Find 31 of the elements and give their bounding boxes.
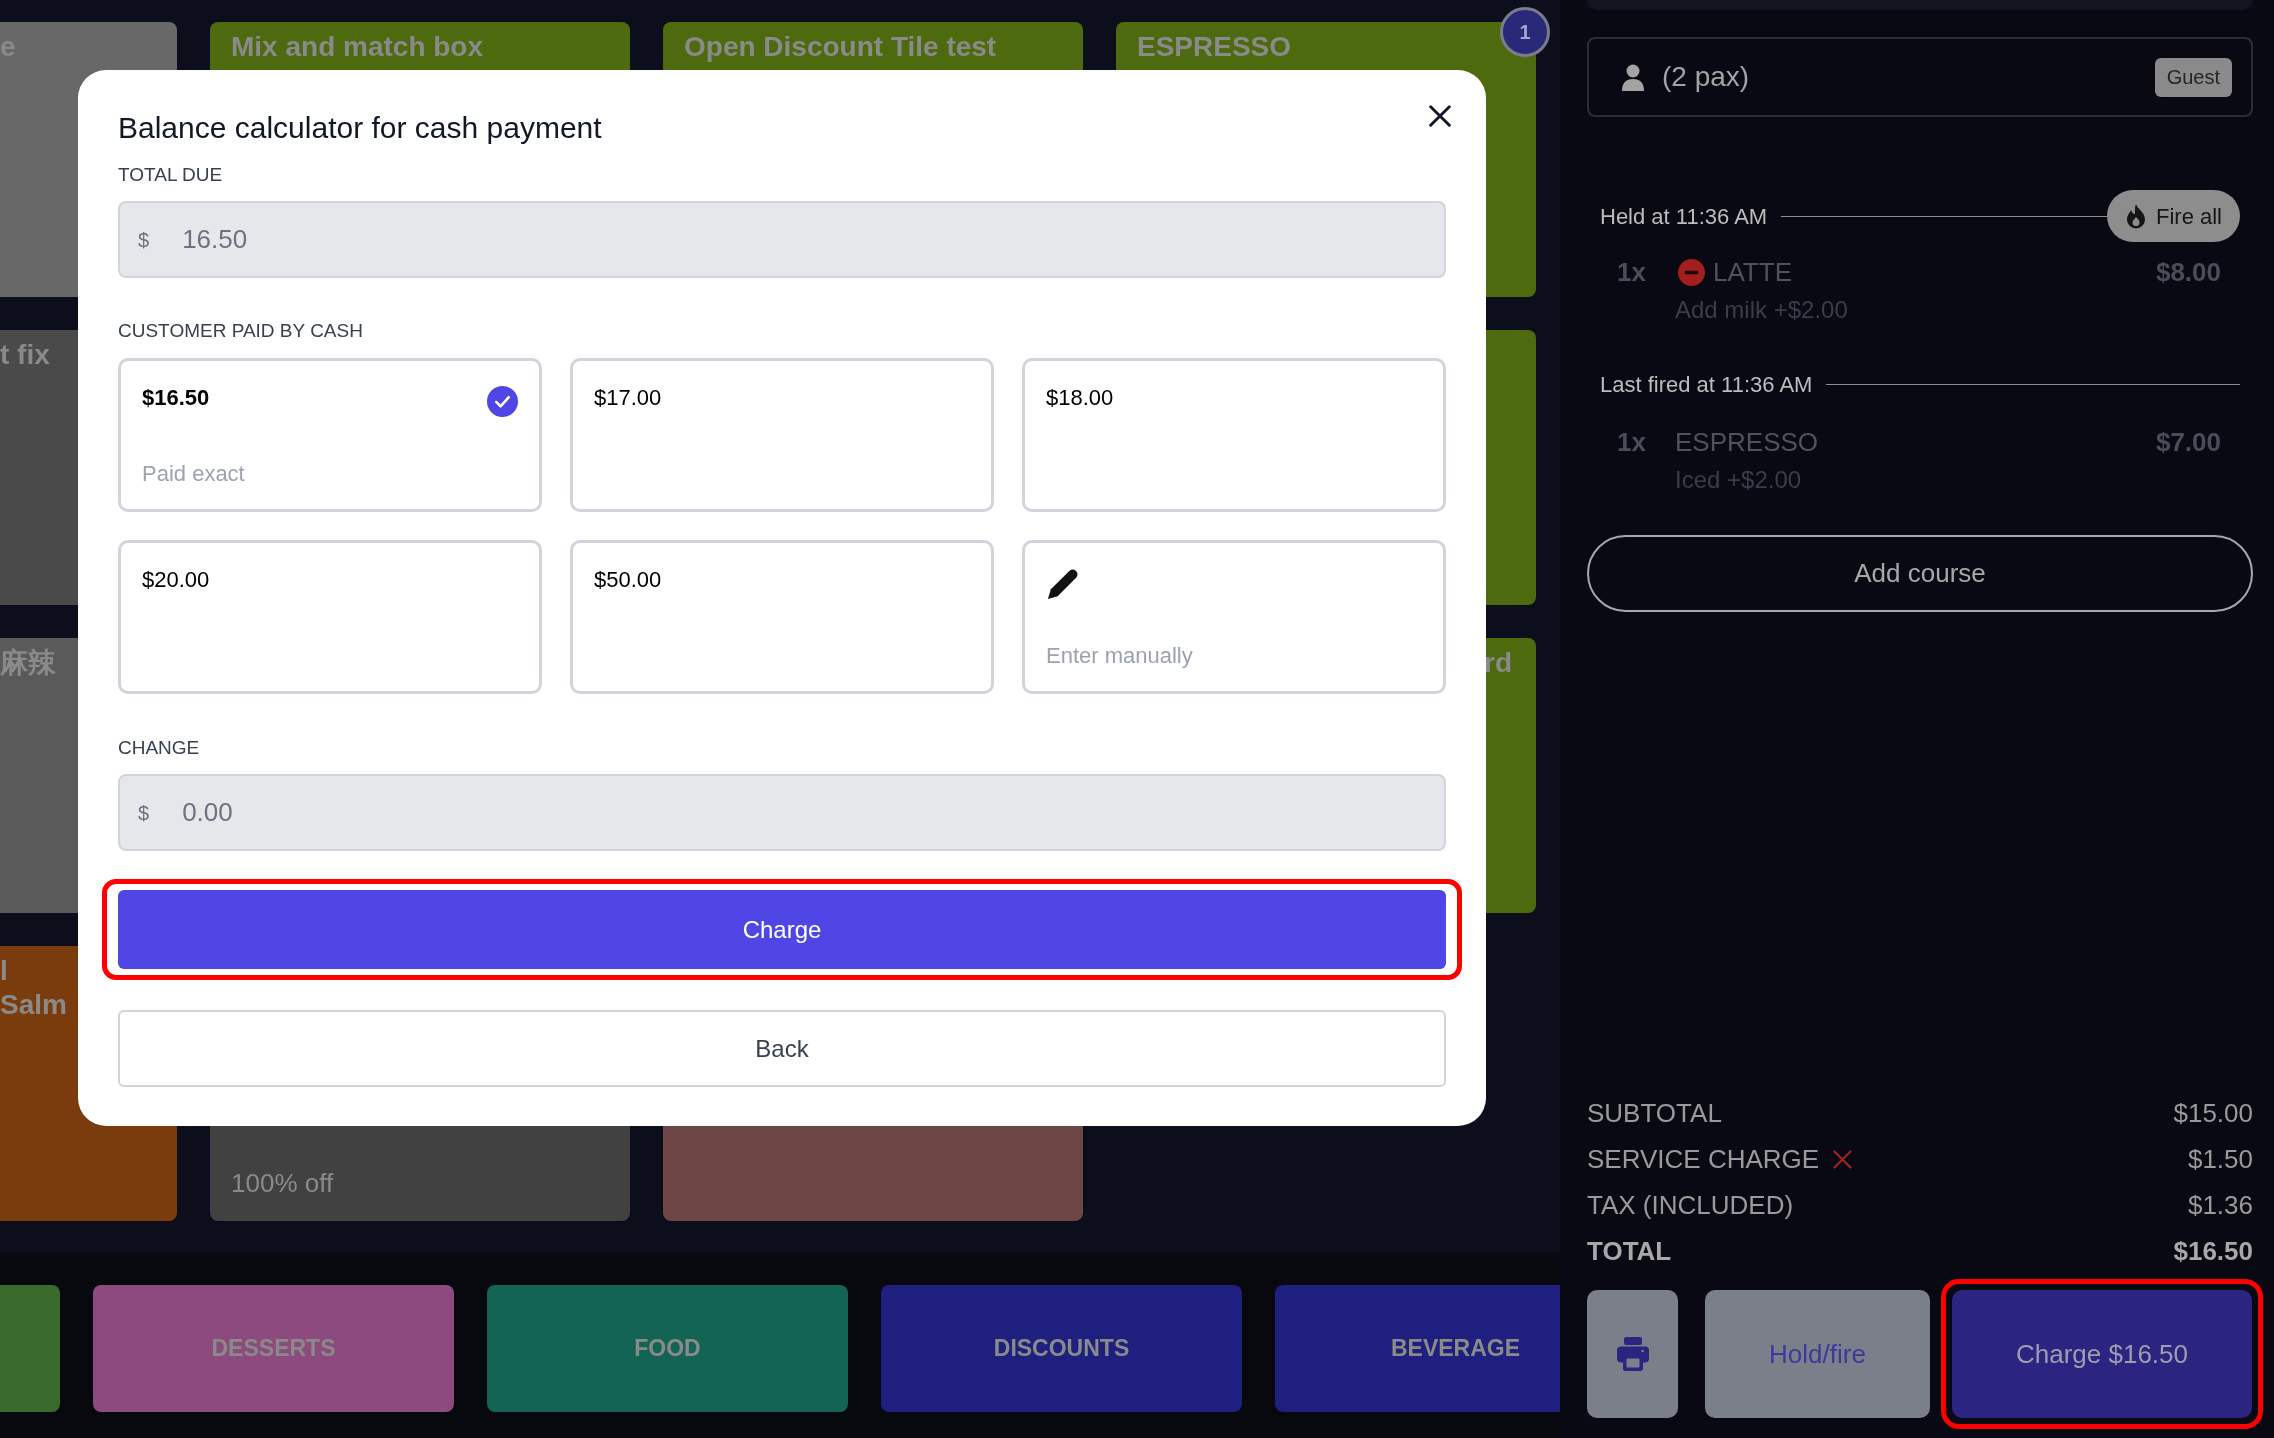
course-heading: Held at 11:36 AM [1600,202,1768,231]
summary-value: $1.36 [2187,1188,2253,1222]
currency-symbol: $ [138,800,150,826]
pax-count: (2 pax) [1662,60,1750,94]
guest-badge: Guest [2154,57,2232,97]
item-quantity: 1x [1617,426,1647,458]
tile-name: Open Discount Tile test [684,30,997,64]
course-heading: Last fired at 11:36 AM [1600,370,1813,399]
tile-subtitle: 100% off [231,1168,334,1199]
tile-name: l Salm [0,954,67,1022]
summary-value: $1.50 [2187,1142,2253,1176]
field-label: CUSTOMER PAID BY CASH [118,319,363,343]
tile-name: ESPRESSO [1137,30,1292,64]
currency-symbol: $ [138,227,150,253]
summary-label: SUBTOTAL [1587,1096,1722,1130]
tile-name: rd [1484,646,1512,680]
summary-value: $15.00 [2173,1096,2253,1130]
item-name: LATTE [1713,256,1792,288]
item-price: $7.00 [2155,426,2221,458]
tile-name: Mix and match box [231,30,484,64]
field-label: CHANGE [118,736,200,760]
field-label: TOTAL DUE [118,163,223,187]
summary-value: $16.50 [2173,1234,2253,1268]
dialog-title: Balance calculator for cash payment [118,110,602,146]
item-quantity: 1x [1617,256,1647,288]
tile-name: t fix [0,338,50,372]
item-price: $8.00 [2155,256,2221,288]
summary-label: TOTAL [1587,1234,1672,1268]
summary-label: SERVICE CHARGE [1587,1142,1820,1176]
item-name: ESPRESSO [1675,426,1819,458]
summary-label: TAX (INCLUDED) [1587,1188,1794,1222]
